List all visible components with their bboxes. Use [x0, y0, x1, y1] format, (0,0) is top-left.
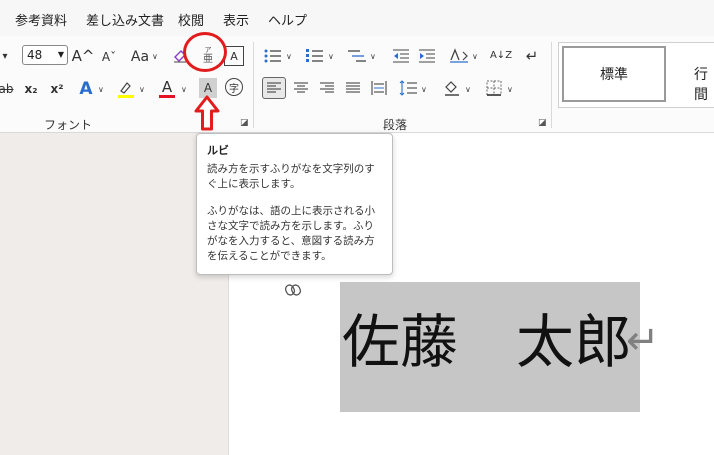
link-icon[interactable]: [284, 282, 302, 298]
shading-button[interactable]: [441, 77, 463, 99]
decrease-indent-icon: [393, 49, 409, 63]
superscript-button[interactable]: x²: [48, 79, 66, 99]
group-separator: [551, 42, 552, 128]
decrease-indent-button[interactable]: [391, 46, 411, 66]
character-spacing-button[interactable]: [448, 46, 470, 66]
multilevel-list-icon: [348, 50, 366, 62]
grow-font-button[interactable]: A^: [72, 46, 95, 66]
paragraph-dialog-launcher-icon[interactable]: ◪: [538, 118, 547, 128]
tooltip-title: ルビ: [207, 144, 229, 157]
menu-references[interactable]: 参考資料: [15, 10, 67, 29]
menu-help[interactable]: ヘルプ: [268, 10, 307, 29]
chevron-down-icon: ∨: [328, 52, 334, 61]
sort-button[interactable]: A↓Z: [490, 45, 512, 67]
chevron-down-icon: ∨: [421, 85, 427, 94]
font-group-label: フォント: [44, 118, 93, 132]
chevron-down-icon: ∨: [139, 85, 145, 94]
chevron-down-icon: ∨: [286, 52, 292, 61]
chevron-down-icon: ∨: [152, 52, 158, 61]
font-color-letter: A: [161, 77, 173, 96]
tooltip-description: 読み方を示すふりがなを文字列のすぐ上に表示します。: [207, 163, 375, 190]
chevron-down-icon: ∨: [181, 85, 187, 94]
distributed-button[interactable]: [369, 78, 389, 98]
enclose-characters-button[interactable]: 字: [225, 78, 243, 96]
multilevel-list-button[interactable]: [346, 46, 368, 66]
align-center-button[interactable]: [291, 78, 311, 98]
line-spacing-icon: [399, 80, 417, 96]
show-marks-button[interactable]: ↵: [521, 45, 543, 67]
spacing-icon: [450, 48, 468, 63]
style-no-spacing[interactable]: 行間: [694, 64, 714, 104]
increase-indent-icon: [419, 49, 435, 63]
borders-icon: [486, 80, 502, 96]
bullets-button[interactable]: [262, 46, 284, 66]
highlight-button[interactable]: [116, 78, 136, 100]
font-dialog-launcher-icon[interactable]: ◪: [240, 118, 249, 128]
align-left-button[interactable]: [262, 77, 286, 99]
subscript-button[interactable]: x₂: [22, 79, 40, 99]
group-separator: [253, 42, 254, 128]
chevron-down-icon: ∨: [465, 85, 471, 94]
align-right-button[interactable]: [317, 78, 337, 98]
justify-button[interactable]: [343, 78, 363, 98]
menu-view[interactable]: 表示: [223, 10, 249, 29]
character-border-button[interactable]: A: [224, 46, 244, 66]
shrink-font-button[interactable]: Aˇ: [99, 48, 119, 66]
distributed-icon: [371, 81, 387, 95]
annotation-arrow-up-icon: [194, 95, 220, 131]
menu-bar: 参考資料 差し込み文書 校閲 表示 ヘルプ: [0, 0, 714, 36]
paragraph-mark: ↵: [626, 318, 660, 364]
justify-icon: [346, 82, 360, 93]
chevron-down-icon: ∨: [472, 52, 478, 61]
document-text[interactable]: 佐藤 太郎: [342, 302, 632, 382]
chevron-down-icon: ∨: [370, 52, 376, 61]
bullet-list-icon: [264, 49, 281, 63]
strikethrough-button[interactable]: ab: [0, 80, 14, 98]
annotation-circle: [183, 32, 227, 72]
font-name-dropdown[interactable]: ▾: [0, 48, 10, 64]
font-size-value: 48: [27, 48, 43, 62]
font-color-swatch: [159, 94, 175, 98]
font-color-button[interactable]: A: [157, 77, 177, 99]
align-left-icon: [267, 82, 281, 93]
increase-indent-button[interactable]: [417, 46, 437, 66]
font-size-dropdown[interactable]: 48 ▼: [22, 45, 68, 65]
numbering-button[interactable]: [304, 46, 326, 66]
paint-bucket-icon: [445, 81, 459, 96]
ruby-tooltip: ルビ 読み方を示すふりがなを文字列のすぐ上に表示します。 ふりがなは、語の上に表…: [196, 133, 393, 275]
align-right-icon: [320, 82, 334, 93]
tooltip-detail: ふりがなは、語の上に表示される小さな文字で読み方を示します。ふりがなを入力すると…: [207, 205, 375, 262]
borders-button[interactable]: [483, 77, 505, 99]
align-center-icon: [294, 82, 308, 93]
style-normal[interactable]: 標準: [562, 46, 666, 102]
paragraph-group-label: 段落: [383, 118, 408, 132]
change-case-button[interactable]: Aa: [128, 47, 152, 67]
chevron-down-icon: ▼: [57, 50, 64, 59]
numbered-list-icon: [306, 49, 323, 62]
text-effects-button[interactable]: A: [76, 78, 96, 100]
menu-mailings[interactable]: 差し込み文書: [86, 10, 164, 29]
chevron-down-icon: ∨: [507, 85, 513, 94]
chevron-down-icon: ∨: [98, 85, 104, 94]
menu-review[interactable]: 校閲: [178, 10, 204, 29]
line-spacing-button[interactable]: [397, 78, 419, 98]
highlighter-icon: [118, 82, 134, 98]
